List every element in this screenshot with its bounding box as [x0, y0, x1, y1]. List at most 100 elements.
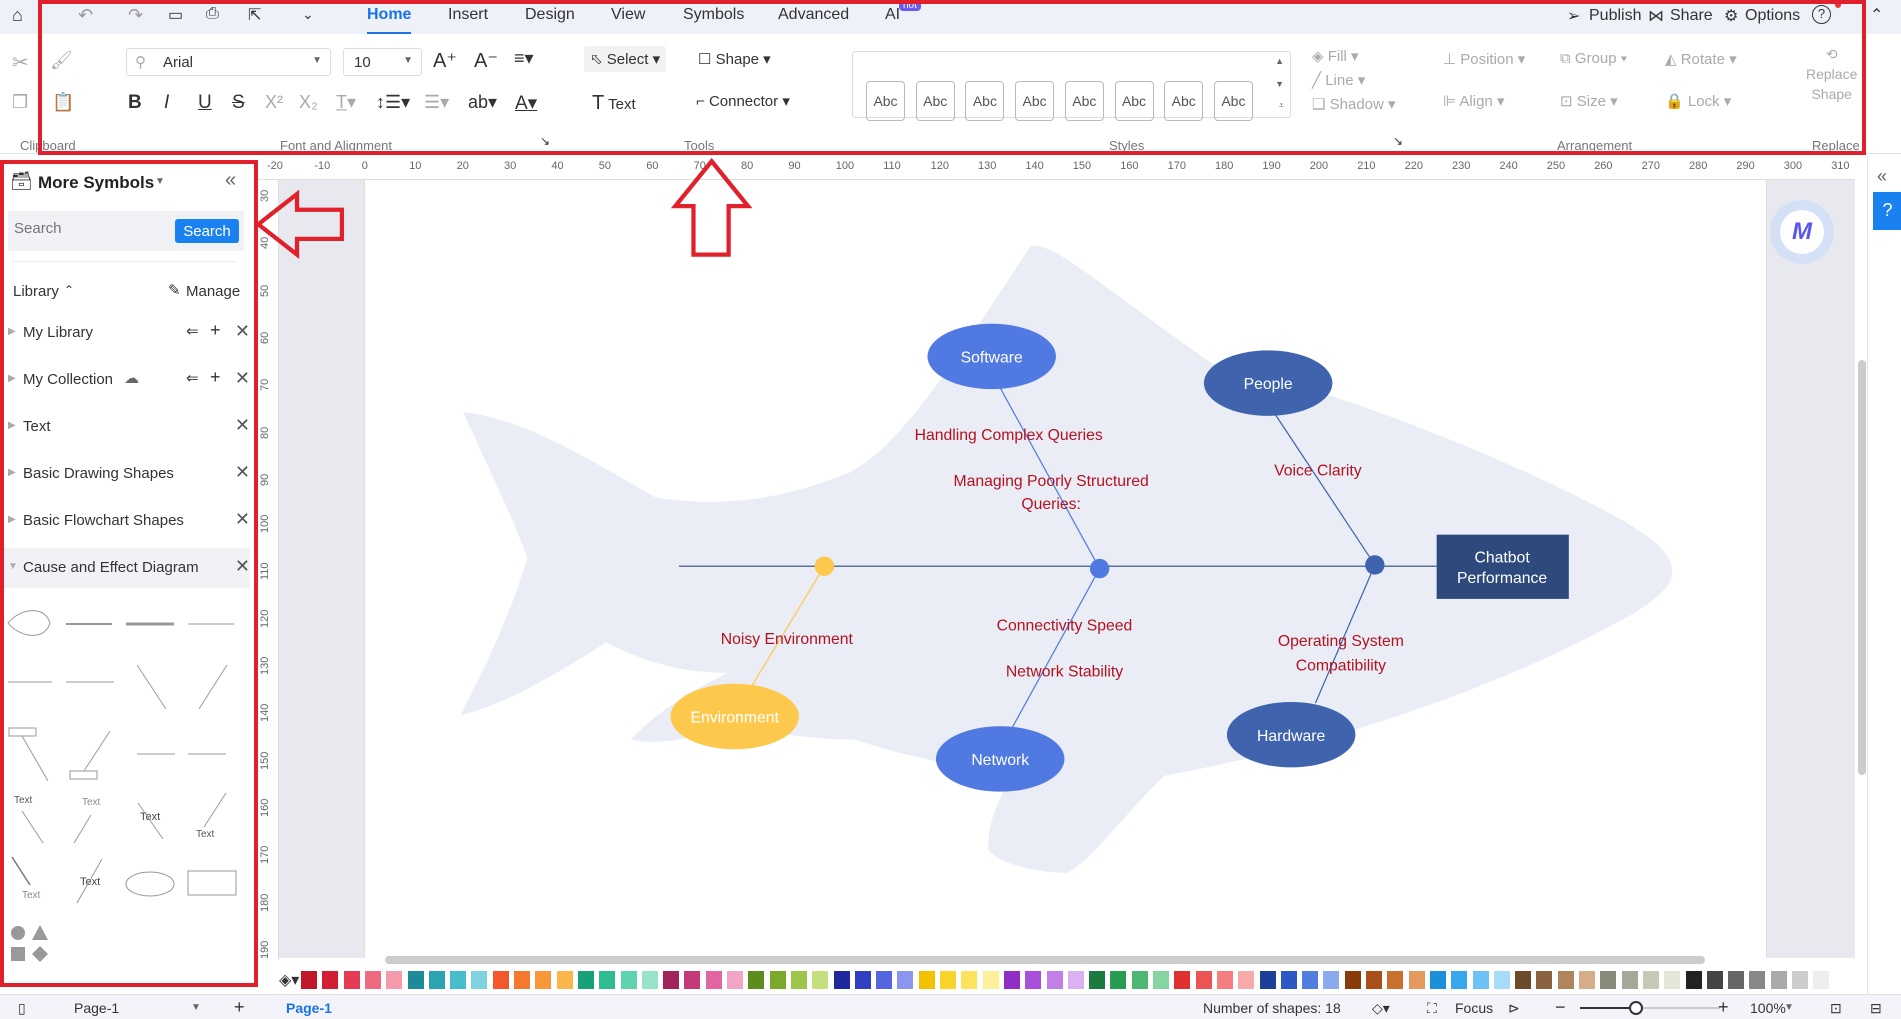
color-swatch[interactable] [854, 971, 871, 989]
effect-box[interactable] [1436, 534, 1569, 599]
color-swatch[interactable] [1728, 971, 1745, 989]
zoom-out-button[interactable]: − [1555, 997, 1566, 1018]
color-swatch[interactable] [1472, 971, 1489, 989]
color-swatch[interactable] [1813, 971, 1830, 989]
add-page-button[interactable]: + [234, 997, 245, 1018]
page-tab-active[interactable]: Page-1 [286, 1000, 332, 1016]
color-swatch[interactable] [343, 971, 360, 989]
color-swatch[interactable] [769, 971, 786, 989]
color-swatch[interactable] [1323, 971, 1340, 989]
expand-panel-icon[interactable]: « [1877, 166, 1887, 187]
color-swatch[interactable] [450, 971, 467, 989]
color-swatch[interactable] [748, 971, 765, 989]
cause-os-line2[interactable]: Compatibility [1296, 657, 1386, 674]
color-swatch[interactable] [1579, 971, 1595, 989]
color-swatch[interactable] [1131, 971, 1148, 989]
color-swatch[interactable] [1238, 971, 1255, 989]
color-swatch[interactable] [1642, 971, 1659, 989]
cause-managing-line1[interactable]: Managing Poorly Structured [954, 473, 1149, 490]
color-swatch[interactable] [1280, 971, 1297, 989]
chevron-down-icon[interactable]: ▼ [191, 1002, 201, 1013]
color-swatch[interactable] [1749, 971, 1766, 989]
color-swatch[interactable] [1706, 971, 1723, 989]
color-swatch[interactable] [1451, 971, 1468, 989]
color-swatch[interactable] [599, 971, 616, 989]
cause-voice-clarity[interactable]: Voice Clarity [1274, 462, 1362, 479]
color-swatch[interactable] [1089, 971, 1106, 989]
color-swatch[interactable] [301, 971, 317, 989]
color-swatch[interactable] [897, 971, 914, 989]
color-swatch[interactable] [514, 971, 530, 989]
color-swatch[interactable] [1344, 971, 1361, 989]
fill-bucket-icon[interactable]: ◈▾ [279, 970, 299, 990]
color-swatch[interactable] [684, 971, 701, 989]
color-swatch[interactable] [982, 971, 999, 989]
color-swatch[interactable] [1003, 971, 1020, 989]
color-swatch[interactable] [1408, 971, 1425, 989]
color-swatch[interactable] [407, 971, 424, 989]
color-swatch[interactable] [1216, 971, 1233, 989]
color-swatch[interactable] [790, 971, 807, 989]
color-swatch[interactable] [1770, 971, 1787, 989]
cause-network-stability[interactable]: Network Stability [1006, 664, 1123, 681]
layers-icon[interactable]: ◇▾ [1372, 1000, 1390, 1017]
color-swatch[interactable] [1110, 971, 1127, 989]
color-swatch[interactable] [663, 971, 680, 989]
focus-button[interactable]: Focus [1455, 1000, 1493, 1016]
color-swatch[interactable] [705, 971, 722, 989]
color-swatch[interactable] [641, 971, 658, 989]
chevron-down-icon[interactable]: ▼ [1784, 1002, 1794, 1013]
zoom-slider-handle[interactable] [1629, 1001, 1643, 1015]
color-swatch[interactable] [577, 971, 594, 989]
color-swatch[interactable] [1195, 971, 1212, 989]
color-swatch[interactable] [364, 971, 381, 989]
color-swatch[interactable] [471, 971, 488, 989]
color-swatch[interactable] [620, 971, 637, 989]
cause-connectivity-speed[interactable]: Connectivity Speed [997, 617, 1133, 634]
zoom-level[interactable]: 100% [1750, 1000, 1786, 1016]
cause-os-line1[interactable]: Operating System [1278, 633, 1404, 650]
cause-noisy-environment[interactable]: Noisy Environment [721, 631, 854, 648]
cause-managing-line2[interactable]: Queries: [1021, 496, 1081, 513]
color-swatch[interactable] [1025, 971, 1042, 989]
color-swatch[interactable] [1557, 971, 1574, 989]
color-swatch[interactable] [1259, 971, 1276, 989]
help-icon[interactable]: ? [1873, 192, 1901, 230]
color-swatch[interactable] [386, 971, 403, 989]
color-swatch[interactable] [1792, 971, 1808, 989]
color-swatch[interactable] [812, 971, 829, 989]
color-swatch[interactable] [1515, 971, 1532, 989]
color-swatch[interactable] [535, 971, 552, 989]
color-swatch[interactable] [918, 971, 935, 989]
color-swatch[interactable] [1493, 971, 1510, 989]
zoom-slider[interactable] [1580, 1001, 1720, 1015]
color-swatch[interactable] [322, 971, 339, 989]
color-swatch[interactable] [833, 971, 850, 989]
color-swatch[interactable] [961, 971, 978, 989]
color-swatch[interactable] [727, 971, 743, 989]
color-swatch[interactable] [1387, 971, 1404, 989]
color-swatch[interactable] [1046, 971, 1063, 989]
color-swatch[interactable] [1664, 971, 1681, 989]
color-swatch[interactable] [940, 971, 956, 989]
play-icon[interactable]: ⊳ [1508, 1000, 1520, 1017]
color-swatch[interactable] [428, 971, 445, 989]
color-swatch[interactable] [1685, 971, 1702, 989]
color-swatch[interactable] [1366, 971, 1382, 989]
color-swatch[interactable] [1067, 971, 1084, 989]
ai-assistant-button[interactable]: M [1770, 200, 1834, 264]
color-swatch[interactable] [1536, 971, 1553, 989]
color-swatch[interactable] [876, 971, 893, 989]
fit-page-icon[interactable]: ⊡ [1830, 1000, 1842, 1017]
cause-handling-complex-queries[interactable]: Handling Complex Queries [915, 427, 1103, 444]
color-swatch[interactable] [492, 971, 509, 989]
color-swatch[interactable] [1302, 971, 1319, 989]
fullscreen-icon[interactable]: ⊟ [1870, 1000, 1882, 1017]
color-swatch[interactable] [1174, 971, 1191, 989]
page-select[interactable]: Page-1 [74, 1000, 119, 1016]
color-swatch[interactable] [1429, 971, 1446, 989]
color-swatch[interactable] [1153, 971, 1169, 989]
color-swatch[interactable] [1600, 971, 1617, 989]
color-swatch[interactable] [1621, 971, 1638, 989]
page-panel-icon[interactable]: ▯ [18, 1000, 26, 1017]
